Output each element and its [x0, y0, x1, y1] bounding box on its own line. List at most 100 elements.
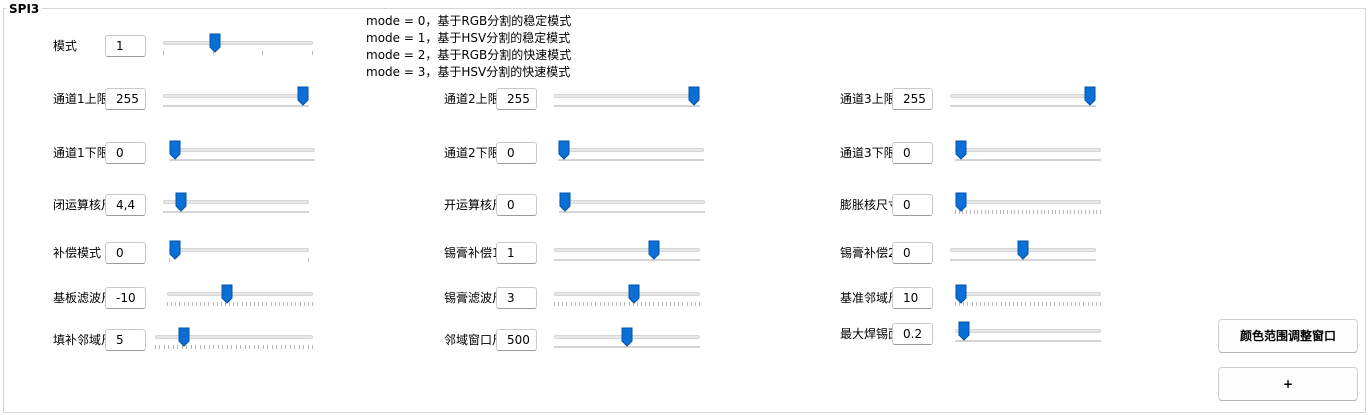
slider-tick	[1096, 210, 1098, 214]
slider-tick	[235, 345, 237, 349]
neighborhood-window-value[interactable]: 500	[496, 329, 537, 351]
slider-tick	[258, 302, 260, 306]
slider-tick	[241, 302, 243, 306]
slider-thumb[interactable]	[1017, 240, 1029, 260]
dilate-kernel-value[interactable]: 0	[892, 194, 933, 216]
slider-thumb[interactable]	[955, 284, 967, 304]
ch3-lower-value[interactable]: 0	[892, 142, 933, 164]
slider-thumb[interactable]	[648, 240, 660, 260]
slider-tick	[1000, 302, 1002, 306]
slider-track[interactable]	[955, 200, 1101, 204]
slider-tick	[574, 302, 576, 306]
slider-tick	[298, 345, 300, 349]
neighborhood-window-slider[interactable]	[554, 327, 700, 354]
slider-track[interactable]	[554, 248, 700, 252]
slider-thumb[interactable]	[558, 140, 570, 160]
slider-thumb[interactable]	[221, 284, 233, 304]
slider-tick	[289, 345, 291, 349]
mode-slider[interactable]	[163, 33, 313, 60]
max-solder-slider[interactable]	[955, 321, 1101, 348]
base-neighborhood-value[interactable]: 10	[892, 287, 933, 309]
ch2-lower-slider[interactable]	[558, 140, 704, 167]
slider-tick	[682, 302, 684, 306]
slider-thumb[interactable]	[169, 140, 181, 160]
slider-track[interactable]	[559, 200, 705, 204]
slider-tick	[1029, 210, 1031, 214]
open-kernel-value[interactable]: 0	[496, 194, 537, 216]
ch1-lower-slider[interactable]	[169, 140, 315, 167]
add-button[interactable]: +	[1218, 367, 1358, 401]
comp-mode-slider[interactable]	[169, 240, 309, 267]
slider-tick	[973, 210, 975, 214]
solder-comp1-slider[interactable]	[554, 240, 700, 267]
ch3-lower-slider[interactable]	[955, 140, 1101, 167]
slider-track[interactable]	[169, 148, 315, 152]
slider-thumb[interactable]	[958, 321, 970, 341]
max-solder-value[interactable]: 0.2	[892, 323, 933, 345]
slider-track[interactable]	[163, 94, 309, 98]
slider-thumb[interactable]	[178, 327, 190, 347]
slider-ticks	[167, 302, 313, 306]
close-kernel-slider[interactable]	[163, 192, 309, 219]
ch2-upper-slider[interactable]	[554, 86, 700, 113]
slider-track[interactable]	[558, 148, 704, 152]
substrate-filter-slider[interactable]	[167, 284, 313, 311]
slider-thumb[interactable]	[559, 192, 571, 212]
slider-track[interactable]	[163, 41, 313, 45]
slider-thumb[interactable]	[169, 240, 181, 260]
base-neighborhood-slider[interactable]	[955, 284, 1101, 311]
slider-thumb[interactable]	[688, 86, 700, 106]
mode-value[interactable]: 1	[105, 35, 146, 57]
slider-track[interactable]	[955, 148, 1101, 152]
ch1-upper-slider[interactable]	[163, 86, 309, 113]
slider-thumb[interactable]	[628, 284, 640, 304]
open-kernel-slider[interactable]	[559, 192, 705, 219]
slider-tick	[278, 302, 280, 306]
comp-mode-value[interactable]: 0	[105, 242, 146, 264]
solder-comp1-value[interactable]: 1	[496, 242, 537, 264]
slider-tick	[1091, 302, 1093, 306]
slider-tick	[649, 302, 651, 306]
slider-thumb[interactable]	[1084, 86, 1096, 106]
slider-tick	[1013, 302, 1014, 306]
slider-tick	[285, 345, 287, 349]
solder-comp2-value[interactable]: 0	[892, 242, 933, 264]
fill-neighborhood-slider[interactable]	[155, 327, 313, 354]
slider-track[interactable]	[955, 329, 1101, 333]
ch3-upper-slider[interactable]	[950, 86, 1096, 113]
solder-filter-value[interactable]: 3	[496, 287, 537, 309]
solder-comp2-slider[interactable]	[950, 240, 1096, 267]
fill-neighborhood-value[interactable]: 5	[105, 329, 146, 351]
slider-tick	[287, 302, 289, 306]
slider-tick	[245, 302, 247, 306]
slider-track[interactable]	[950, 94, 1096, 98]
dilate-kernel-slider[interactable]	[955, 192, 1101, 219]
slider-thumb[interactable]	[175, 192, 187, 212]
slider-thumb[interactable]	[955, 140, 967, 160]
ch1-upper-value[interactable]: 255	[105, 88, 146, 110]
ch2-lower-value[interactable]: 0	[496, 142, 537, 164]
slider-thumb[interactable]	[209, 33, 221, 53]
slider-tick	[159, 345, 161, 349]
color-range-window-button[interactable]: 颜色范围调整窗口	[1218, 319, 1358, 353]
slider-tick	[1095, 302, 1097, 306]
slider-tick	[587, 302, 589, 306]
slider-tick	[570, 302, 572, 306]
slider-thumb[interactable]	[621, 327, 633, 347]
slider-tick	[179, 302, 181, 306]
slider-tick	[191, 302, 193, 306]
slider-track[interactable]	[169, 248, 309, 252]
ch2-upper-label: 通道2上限	[444, 92, 496, 106]
ch1-lower-value[interactable]: 0	[105, 142, 146, 164]
slider-thumb[interactable]	[955, 192, 967, 212]
slider-thumb[interactable]	[297, 86, 309, 106]
solder-filter-slider[interactable]	[554, 284, 700, 311]
close-kernel-value[interactable]: 4,4	[105, 194, 146, 216]
slider-track[interactable]	[955, 292, 1101, 296]
ch3-upper-value[interactable]: 255	[892, 88, 933, 110]
slider-track[interactable]	[167, 292, 313, 296]
slider-track[interactable]	[554, 94, 700, 98]
ch2-upper-value[interactable]: 255	[496, 88, 537, 110]
slider-tick	[1100, 302, 1101, 306]
substrate-filter-value[interactable]: -10	[105, 287, 146, 309]
